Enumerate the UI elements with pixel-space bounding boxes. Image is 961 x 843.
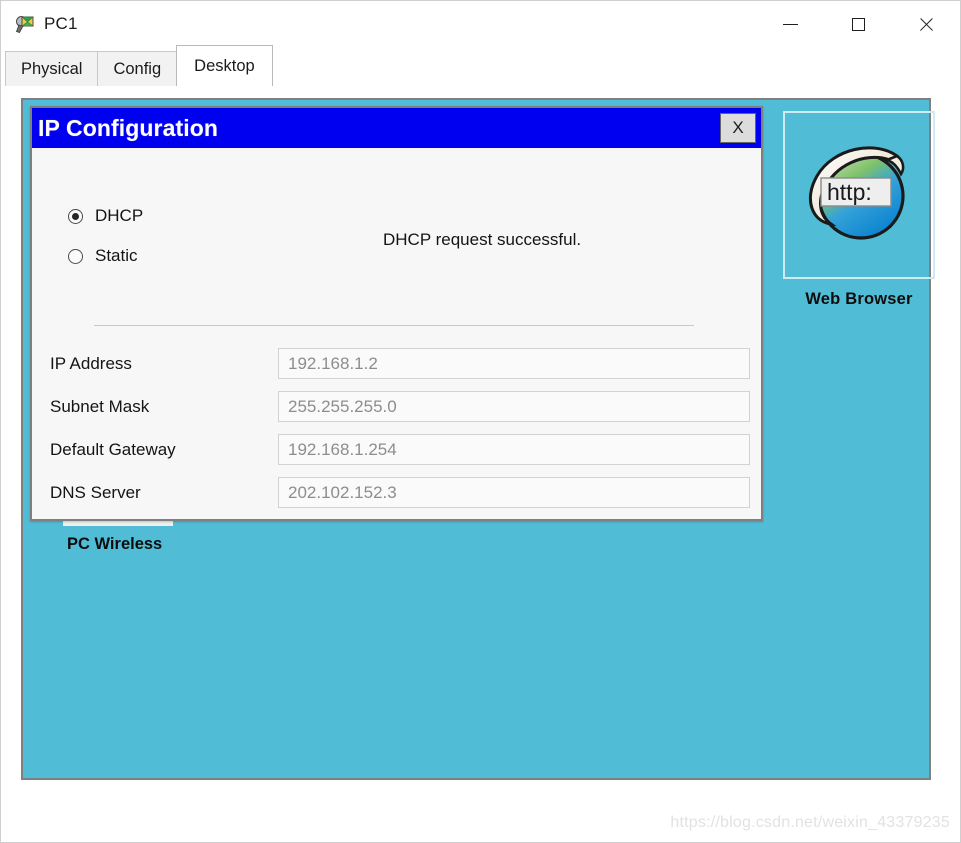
field-label-dns-server: DNS Server: [50, 483, 278, 503]
radio-label-dhcp: DHCP: [95, 206, 143, 226]
field-input-dns-server[interactable]: 202.102.152.3: [278, 477, 750, 508]
tab-config[interactable]: Config: [97, 51, 177, 86]
dialog-title: IP Configuration: [38, 115, 218, 142]
web-browser-icon-frame: http:: [783, 111, 935, 279]
dialog-titlebar: IP Configuration X: [32, 108, 761, 148]
window-controls: [756, 1, 960, 47]
shortcut-label-pc-wireless[interactable]: PC Wireless: [67, 535, 162, 554]
tab-physical[interactable]: Physical: [5, 51, 98, 86]
ip-configuration-dialog: IP Configuration X DHCP Static DHCP requ…: [30, 106, 763, 521]
close-button[interactable]: [892, 1, 960, 47]
close-icon: [918, 16, 935, 33]
dialog-separator: [94, 325, 694, 326]
window-titlebar: PC1: [1, 1, 960, 47]
shortcut-label-web-browser: Web Browser: [783, 290, 935, 309]
pc1-window: PC1 Physical Config Desktop: [0, 0, 961, 843]
minimize-button[interactable]: [756, 1, 824, 47]
radio-static-indicator[interactable]: [68, 249, 83, 264]
dhcp-status-message: DHCP request successful.: [383, 230, 581, 250]
field-input-ip-address[interactable]: 192.168.1.2: [278, 348, 750, 379]
watermark: https://blog.csdn.net/weixin_43379235: [670, 814, 950, 832]
field-label-default-gateway: Default Gateway: [50, 440, 278, 460]
tab-bar: Physical Config Desktop: [1, 47, 960, 86]
field-label-ip-address: IP Address: [50, 354, 278, 374]
dialog-close-button[interactable]: X: [720, 113, 756, 143]
field-input-subnet-mask[interactable]: 255.255.255.0: [278, 391, 750, 422]
field-label-subnet-mask: Subnet Mask: [50, 397, 278, 417]
radio-option-dhcp[interactable]: DHCP: [68, 206, 143, 226]
window-title: PC1: [44, 14, 78, 34]
radio-label-static: Static: [95, 246, 138, 266]
field-row-subnet-mask: Subnet Mask 255.255.255.0: [50, 391, 750, 422]
tab-desktop[interactable]: Desktop: [176, 45, 273, 86]
pc-device-icon: [15, 14, 35, 34]
field-row-ip-address: IP Address 192.168.1.2: [50, 348, 750, 379]
web-browser-globe-icon: http:: [797, 134, 921, 257]
radio-option-static[interactable]: Static: [68, 246, 138, 266]
field-row-dns-server: DNS Server 202.102.152.3: [50, 477, 750, 508]
field-input-default-gateway[interactable]: 192.168.1.254: [278, 434, 750, 465]
minimize-icon: [783, 24, 798, 25]
dialog-body: DHCP Static DHCP request successful. IP …: [32, 148, 761, 521]
titlebar-left-group: PC1: [1, 14, 78, 34]
shortcut-web-browser[interactable]: http: Web Browser: [783, 111, 935, 309]
radio-dhcp-indicator[interactable]: [68, 209, 83, 224]
window-body: http: Web Browser PC Wireless IP Configu…: [1, 86, 960, 842]
web-browser-http-badge: http:: [827, 179, 872, 205]
maximize-icon: [852, 18, 865, 31]
field-row-default-gateway: Default Gateway 192.168.1.254: [50, 434, 750, 465]
desktop-panel: http: Web Browser PC Wireless IP Configu…: [21, 98, 931, 780]
maximize-button[interactable]: [824, 1, 892, 47]
